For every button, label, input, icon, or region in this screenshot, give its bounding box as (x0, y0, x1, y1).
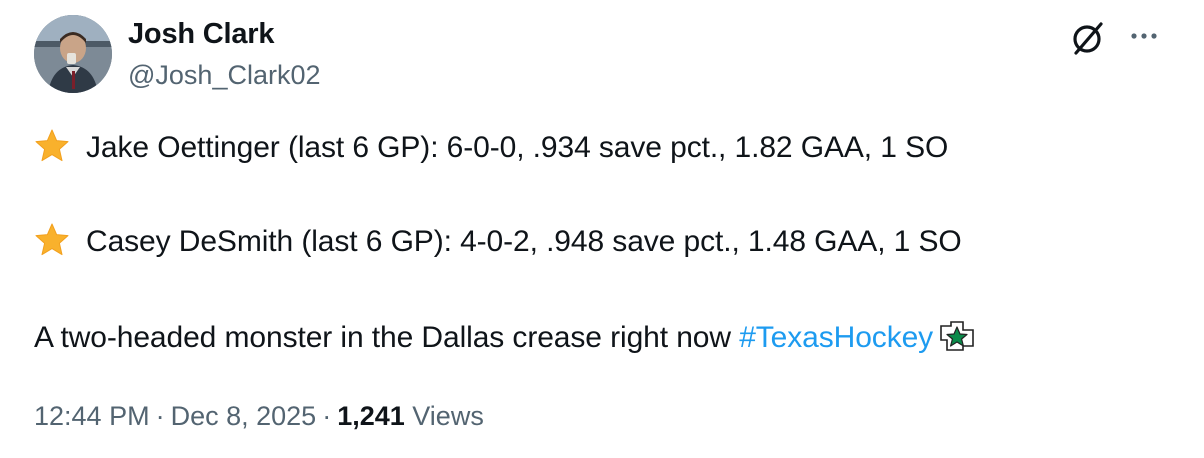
tweet-line-oettinger: Jake Oettinger (last 6 GP): 6-0-0, .934 … (34, 128, 948, 168)
avatar-photo (34, 15, 112, 93)
more-icon[interactable] (1126, 22, 1162, 50)
grok-icon[interactable] (1068, 18, 1108, 58)
meta-separator: · (322, 401, 332, 431)
views-count: 1,241 (337, 401, 405, 431)
tweet-line-desmith: Casey DeSmith (last 6 GP): 4-0-2, .948 s… (34, 222, 962, 262)
meta-separator: · (155, 401, 165, 431)
author-handle[interactable]: @Josh_Clark02 (128, 58, 321, 92)
hashtag-link[interactable]: #TexasHockey (739, 321, 933, 354)
author-name[interactable]: Josh Clark (128, 16, 274, 52)
tweet-line-text: Casey DeSmith (last 6 GP): 4-0-2, .948 s… (86, 225, 962, 258)
tweet-line-monster: A two-headed monster in the Dallas creas… (34, 318, 977, 358)
tweet-meta: 12:44 PM · Dec 8, 2025 · 1,241 Views (34, 398, 484, 434)
tweet-time[interactable]: 12:44 PM (34, 401, 150, 431)
avatar[interactable] (34, 15, 112, 93)
tweet-date[interactable]: Dec 8, 2025 (171, 401, 317, 431)
star-emoji-icon (35, 129, 69, 162)
dallas-stars-logo-icon (940, 321, 974, 351)
tweet-line-text: Jake Oettinger (last 6 GP): 6-0-0, .934 … (86, 131, 949, 164)
tweet-line-text: A two-headed monster in the Dallas creas… (34, 321, 740, 354)
star-emoji-icon (35, 223, 69, 256)
tweet-card: Josh Clark @Josh_Clark02 Jake Oettinger … (0, 0, 1204, 458)
views-label: Views (412, 401, 484, 431)
